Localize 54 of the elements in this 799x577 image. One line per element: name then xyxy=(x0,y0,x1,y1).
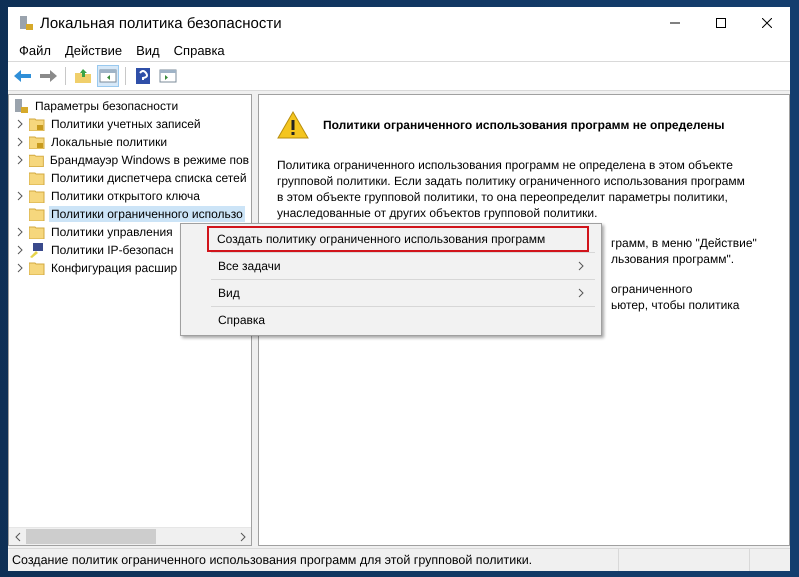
menu-item[interactable]: Справка xyxy=(166,42,232,58)
expand-chevron-icon[interactable] xyxy=(17,245,23,255)
description-text: грамм, в меню "Действие" xyxy=(611,235,757,251)
window-title: Локальная политика безопасности xyxy=(40,14,283,32)
description-text: групповой политики. Если задать политику ограниченного использования программ xyxy=(277,173,745,189)
folder-icon xyxy=(29,189,45,203)
details-heading: Политики ограниченного использования программ не определены xyxy=(323,118,724,132)
context-menu-item[interactable]: Создать политику ограниченного использования программ xyxy=(207,226,589,252)
description-text: льзования программ". xyxy=(611,251,734,267)
server-lock-icon xyxy=(18,15,34,31)
expand-chevron-icon[interactable] xyxy=(17,119,23,129)
locked-folder-icon xyxy=(29,117,45,131)
expand-chevron-icon[interactable] xyxy=(16,155,23,165)
submenu-chevron-icon xyxy=(578,261,584,271)
description-text: в этом объекте групповой политики, то она переопределит параметры политики, xyxy=(277,189,728,205)
folder-icon xyxy=(29,261,45,275)
tree-pane-icon[interactable] xyxy=(97,65,119,87)
warning-icon xyxy=(277,111,309,139)
description-text: ьютер, чтобы политика xyxy=(611,297,740,313)
tree-item[interactable]: Политики диспетчера списка сетей xyxy=(49,170,249,186)
description-text: Политика ограниченного использования программ не определена в этом объекте xyxy=(277,157,733,173)
menu-item[interactable]: Вид xyxy=(129,42,167,58)
expand-chevron-icon[interactable] xyxy=(17,137,23,147)
status-text: Создание политик ограниченного использования программ для этой групповой политики. xyxy=(11,552,534,569)
context-menu-item[interactable]: Все задачи xyxy=(184,253,598,279)
tree-item[interactable]: Конфигурация расшир xyxy=(49,260,180,276)
locked-folder-icon xyxy=(29,135,45,149)
menu-item[interactable]: Действие xyxy=(58,42,130,58)
computer-icon xyxy=(29,242,45,258)
folder-icon xyxy=(28,153,44,167)
menu-item[interactable]: Файл xyxy=(12,42,58,58)
folder-icon xyxy=(29,207,45,221)
folder-icon xyxy=(29,225,45,239)
close-icon xyxy=(762,18,772,28)
tree-item[interactable]: Политики IP-безопасн xyxy=(49,242,176,258)
expand-chevron-icon[interactable] xyxy=(17,227,23,237)
submenu-chevron-icon xyxy=(578,288,584,298)
context-menu-item[interactable]: Вид xyxy=(184,280,598,306)
tree-item[interactable]: Политики учетных записей xyxy=(49,116,203,132)
tree-item[interactable]: Политики открытого ключа xyxy=(49,188,202,204)
maximize-icon xyxy=(716,18,726,28)
folder-icon xyxy=(29,171,45,185)
expand-chevron-icon[interactable] xyxy=(17,191,23,201)
tree-item[interactable]: Локальные политики xyxy=(49,134,170,150)
context-menu-item[interactable]: Справка xyxy=(184,307,598,333)
server-lock-icon xyxy=(13,98,29,114)
description-text: унаследованные от других объектов групповой политики. xyxy=(277,205,598,221)
tree-item[interactable]: Брандмауэр Windows в режиме пов xyxy=(48,152,251,168)
tree-item[interactable]: Параметры безопасности xyxy=(33,98,180,114)
expand-chevron-icon[interactable] xyxy=(17,263,23,273)
scrollbar-thumb[interactable] xyxy=(26,529,156,544)
tree-item[interactable]: Политики ограниченного использо xyxy=(49,206,245,222)
tree-item[interactable]: Политики управления xyxy=(49,224,175,240)
description-text: ограниченного xyxy=(611,281,692,297)
